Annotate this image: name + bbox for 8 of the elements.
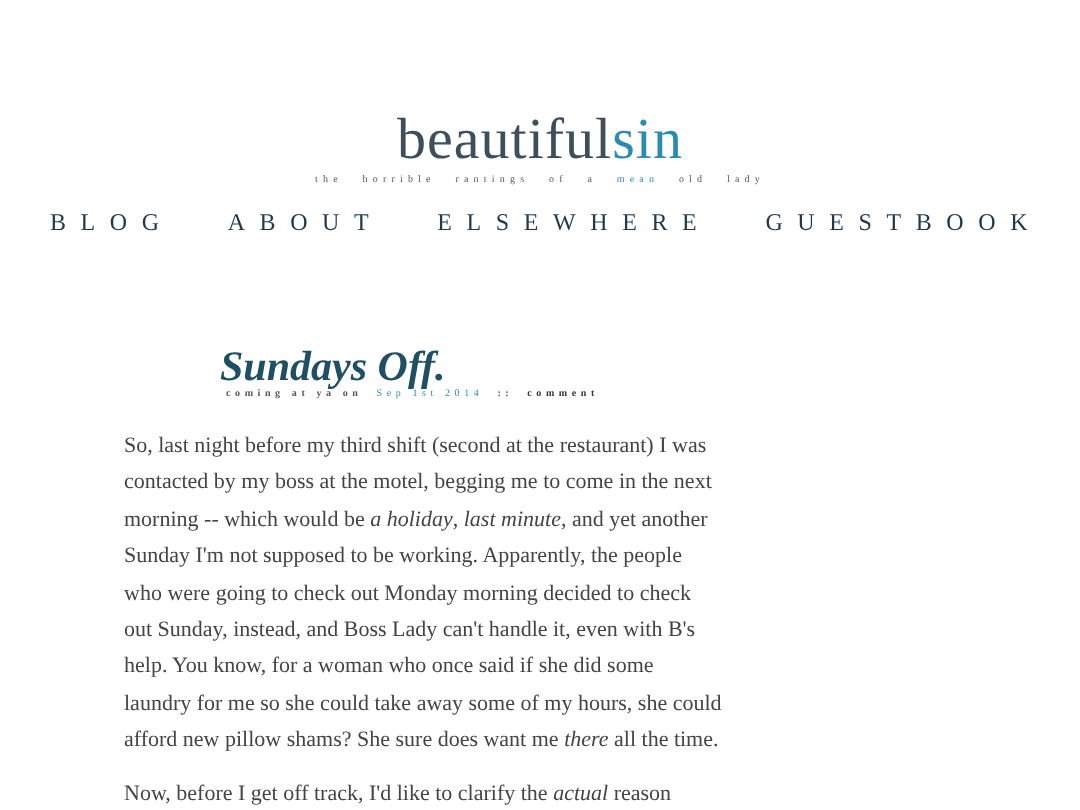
site-title[interactable]: beautifulsin [397, 108, 683, 172]
post-paragraph: Now, before I get off track, I'd like to clarify the actual reason [124, 779, 674, 810]
nav-link[interactable]: ELSEWHERE [437, 208, 712, 238]
post-title: Sundays Off. [220, 342, 446, 390]
nav-link[interactable]: GUESTBOOK [765, 208, 1043, 238]
nav-link[interactable]: BLOG [49, 208, 174, 238]
post-paragraph: So, last night before my third shift (second at the restaurant) I was contacted by my boss at the motel, begging me to come in the next morning -- which would be a holiday, last minute, and yet another Sunday I'm not supposed to be working. Apparently, the people who were going to check out Monday morning decided to check out Sunday, instead, and Boss Lady can't handle it, even with B's help. You know, for a woman who once said if she did some laundry for me so she could take away some of my hours, she could afford new pillow shams? She sure does want me there all the time. [124, 432, 724, 757]
nav-link[interactable]: ABOUT [227, 208, 384, 238]
